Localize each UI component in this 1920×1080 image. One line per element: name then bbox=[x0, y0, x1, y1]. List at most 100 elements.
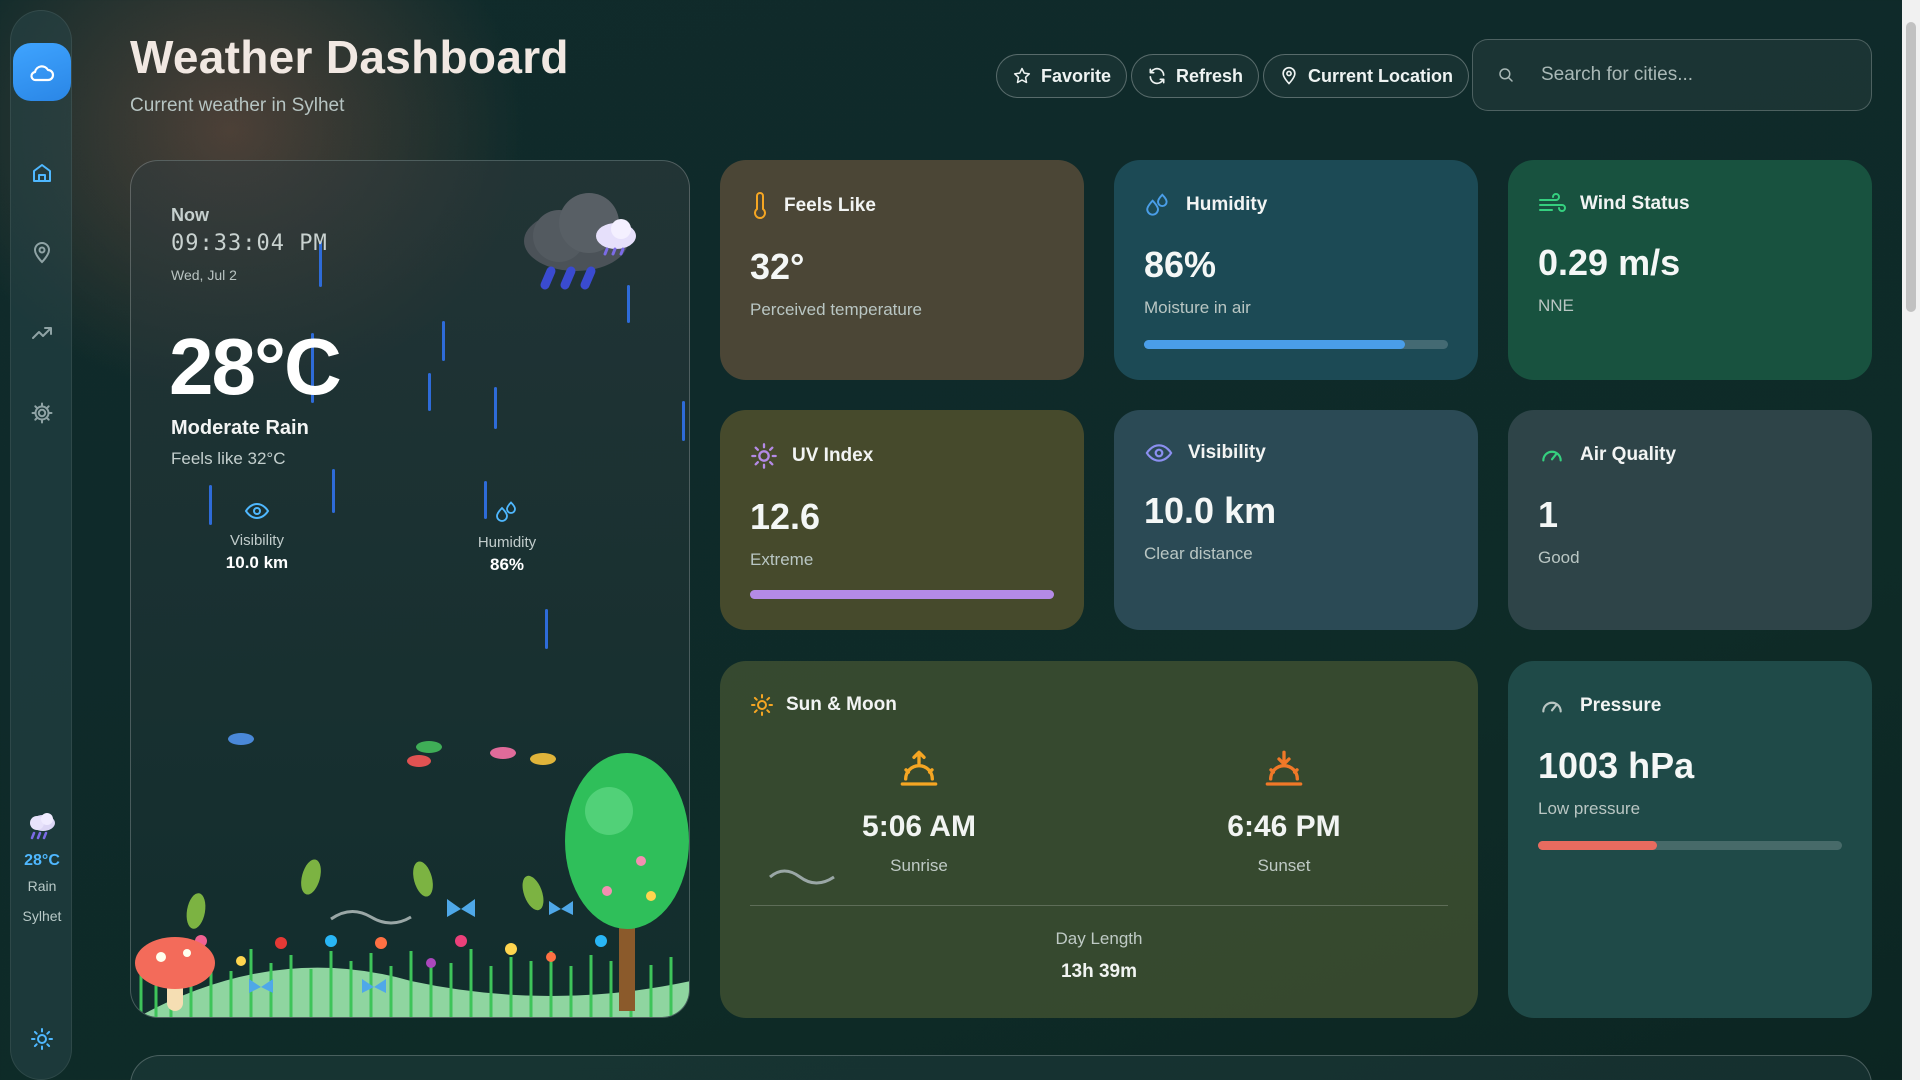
pressure-sub: Low pressure bbox=[1538, 799, 1641, 818]
hero-visibility: Visibility 10.0 km bbox=[187, 501, 327, 573]
settings-icon[interactable] bbox=[22, 393, 62, 433]
refresh-label: Refresh bbox=[1176, 65, 1244, 86]
day-length-label: Day Length bbox=[1055, 929, 1143, 948]
visibility-card: Visibility 10.0 km Clear distance bbox=[1114, 410, 1478, 630]
uv-level: Extreme bbox=[750, 550, 814, 569]
pressure-progress-fill bbox=[1538, 841, 1657, 850]
sunset-time: 6:46 PM bbox=[1227, 810, 1341, 843]
flowers bbox=[195, 935, 607, 968]
page-scrollbar[interactable] bbox=[1902, 0, 1920, 1080]
wind-value: 0.29 m/s bbox=[1538, 242, 1681, 283]
garden-illustration bbox=[135, 733, 689, 1017]
divider bbox=[750, 905, 1448, 906]
sunrise-time: 5:06 AM bbox=[862, 810, 976, 843]
feels-like-text: Feels like 32°C bbox=[171, 449, 286, 468]
uv-value: 12.6 bbox=[750, 496, 821, 537]
rain-streak bbox=[332, 469, 335, 513]
gauge-icon bbox=[1542, 701, 1562, 713]
thermometer-icon bbox=[754, 192, 766, 219]
rain-cloud-icon bbox=[524, 193, 636, 290]
app-logo-cloud-icon[interactable] bbox=[13, 43, 71, 101]
visibility-title: Visibility bbox=[1188, 442, 1266, 463]
hero-humidity-label: Humidity bbox=[477, 534, 537, 551]
sunrise-block: 5:06 AM Sunrise bbox=[819, 749, 1019, 876]
sunrise-label: Sunrise bbox=[890, 856, 948, 875]
theme-toggle-sun-icon[interactable] bbox=[22, 1019, 62, 1059]
air-quality-value: 1 bbox=[1538, 494, 1559, 535]
humidity-value: 86% bbox=[1144, 244, 1217, 285]
visibility-value: 10.0 km bbox=[1144, 490, 1277, 531]
home-icon[interactable] bbox=[22, 153, 62, 193]
droplets-icon bbox=[1146, 193, 1168, 216]
wind-icon bbox=[1539, 193, 1566, 212]
refresh-icon bbox=[1149, 67, 1165, 85]
droplets-icon bbox=[496, 501, 516, 522]
rain-streak bbox=[494, 387, 497, 429]
air-quality-card: Air Quality 1 Good bbox=[1508, 410, 1872, 630]
wind-status-card: Wind Status 0.29 m/s NNE bbox=[1508, 160, 1872, 380]
sun-moon-card: Sun & Moon 5:06 AM Sunrise 6:46 PM Sunse… bbox=[720, 661, 1478, 1018]
map-pin-icon[interactable] bbox=[22, 233, 62, 273]
falling-leaves bbox=[186, 859, 544, 929]
eye-icon bbox=[1145, 444, 1173, 462]
current-location-button[interactable]: Current Location bbox=[1263, 54, 1470, 98]
sidebar-temp: 28°C bbox=[24, 852, 60, 869]
sun-icon bbox=[751, 443, 777, 469]
sidebar: 28°C Rain Sylhet bbox=[10, 10, 72, 1080]
page-title: Weather Dashboard bbox=[130, 31, 569, 83]
pressure-title: Pressure bbox=[1580, 695, 1662, 716]
favorite-button[interactable]: Favorite bbox=[996, 54, 1128, 98]
rain-streak bbox=[442, 321, 445, 361]
wind-direction: NNE bbox=[1538, 296, 1574, 315]
hero-humidity-value: 86% bbox=[489, 555, 525, 574]
uv-progress-bar bbox=[750, 590, 1054, 599]
sidebar-weather-widget: 28°C Rain Sylhet bbox=[11, 811, 73, 924]
current-date: Wed, Jul 2 bbox=[171, 267, 237, 283]
humidity-title: Humidity bbox=[1186, 194, 1268, 215]
search-input[interactable] bbox=[1541, 64, 1841, 86]
current-time: 09:33:04 PM bbox=[171, 231, 328, 256]
flying-birds bbox=[228, 733, 556, 767]
pressure-card: Pressure 1003 hPa Low pressure bbox=[1508, 661, 1872, 1018]
forecast-section-card bbox=[130, 1055, 1872, 1080]
star-icon bbox=[1013, 67, 1031, 84]
sunrise-icon bbox=[900, 750, 938, 786]
rain-streak bbox=[682, 401, 685, 441]
uv-title: UV Index bbox=[792, 445, 874, 466]
visibility-sub: Clear distance bbox=[1144, 544, 1253, 563]
uv-index-card: UV Index 12.6 Extreme bbox=[720, 410, 1084, 630]
eye-icon bbox=[244, 502, 270, 520]
feels-like-sub: Perceived temperature bbox=[750, 300, 922, 319]
refresh-button[interactable]: Refresh bbox=[1131, 54, 1260, 98]
hero-visibility-label: Visibility bbox=[230, 532, 284, 549]
sunset-label: Sunset bbox=[1257, 856, 1311, 875]
day-length-block: Day Length 13h 39m bbox=[720, 929, 1478, 983]
pressure-progress-bar bbox=[1538, 841, 1842, 850]
feels-like-card: Feels Like 32° Perceived temperature bbox=[720, 160, 1084, 380]
hero-visibility-value: 10.0 km bbox=[225, 553, 289, 572]
humidity-card: Humidity 86% Moisture in air bbox=[1114, 160, 1478, 380]
scrollbar-thumb[interactable] bbox=[1906, 22, 1916, 312]
hero-humidity: Humidity 86% bbox=[437, 501, 577, 575]
map-pin-icon bbox=[1282, 66, 1296, 85]
feels-like-title: Feels Like bbox=[784, 195, 876, 216]
sun-icon bbox=[751, 694, 773, 716]
sun-moon-title: Sun & Moon bbox=[786, 694, 897, 715]
air-quality-title: Air Quality bbox=[1580, 444, 1677, 465]
sunset-block: 6:46 PM Sunset bbox=[1184, 749, 1384, 876]
sunset-icon bbox=[1265, 750, 1303, 786]
trending-icon[interactable] bbox=[22, 313, 62, 353]
wind-title: Wind Status bbox=[1580, 193, 1690, 214]
favorite-label: Favorite bbox=[1041, 65, 1112, 86]
pressure-value: 1003 hPa bbox=[1538, 745, 1695, 786]
air-quality-sub: Good bbox=[1538, 548, 1580, 567]
rain-streak bbox=[428, 373, 431, 411]
current-location-label: Current Location bbox=[1308, 65, 1454, 86]
now-label: Now bbox=[171, 205, 209, 225]
day-length-value: 13h 39m bbox=[1060, 961, 1138, 982]
weather-condition: Moderate Rain bbox=[171, 417, 309, 439]
humidity-progress-fill bbox=[1144, 340, 1406, 349]
page-subtitle: Current weather in Sylhet bbox=[130, 95, 345, 116]
search-box[interactable] bbox=[1472, 39, 1872, 111]
current-weather-card: Now 09:33:04 PM Wed, Jul 2 28°C Moderate… bbox=[130, 160, 690, 1018]
